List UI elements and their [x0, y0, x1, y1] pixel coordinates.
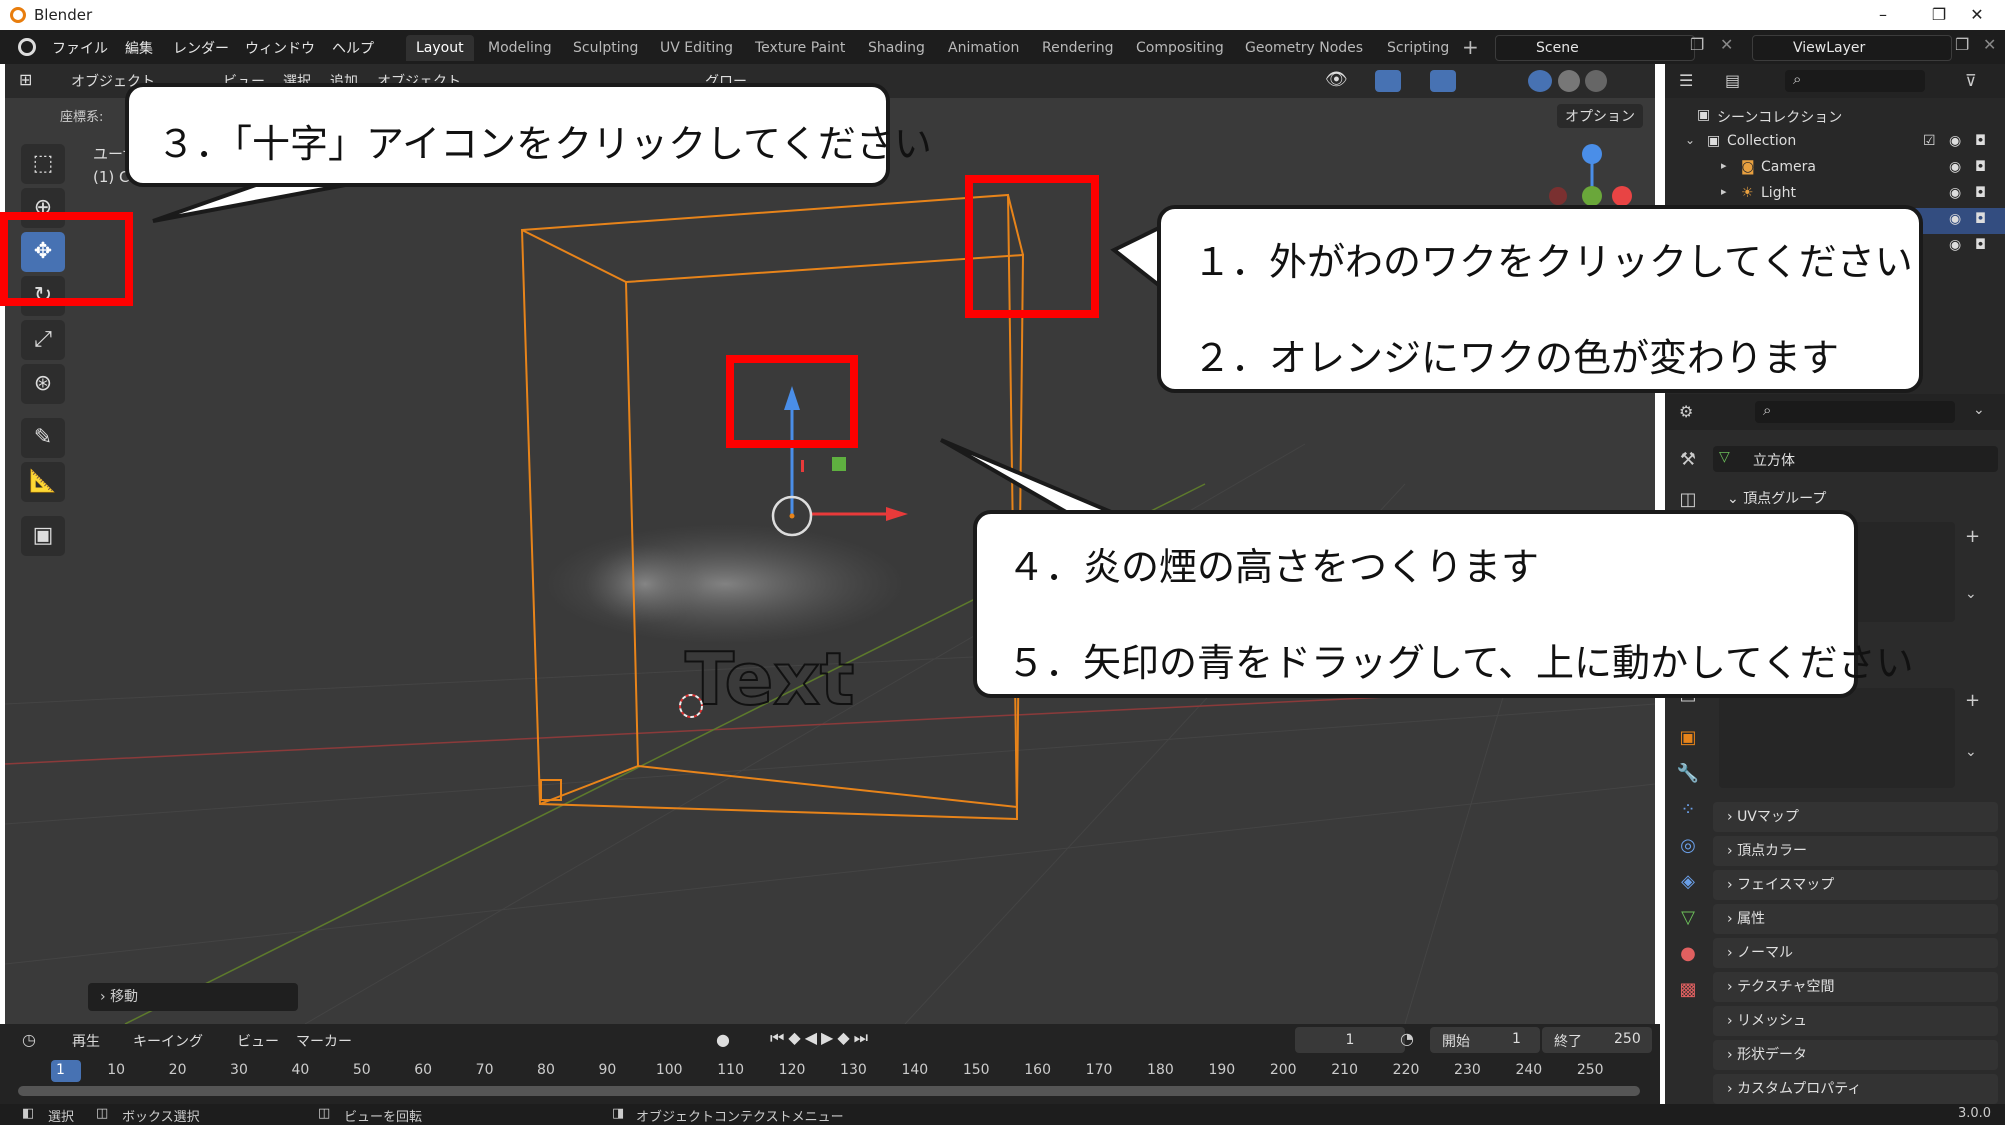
- callout-step-4-text: ４．炎の煙の高さをつくります: [1007, 545, 1540, 589]
- callout-step-5-text: ５．矢印の青をドラッグして、上に動かしてください: [1007, 641, 1914, 685]
- callout-steps-4-5: ４．炎の煙の高さをつくります ５．矢印の青をドラッグして、上に動かしてください: [973, 510, 1914, 698]
- callout-step-1-text: １．外がわのワクをクリックしてください: [1193, 240, 1913, 284]
- callout-steps-1-2: １．外がわのワクをクリックしてください ２．オレンジにワクの色が変わります: [1157, 205, 1923, 393]
- callout-step-3-text: ３．「十字」アイコンをクリックしてください: [157, 122, 932, 166]
- callout-step-3: ３．「十字」アイコンをクリックしてください: [125, 83, 932, 187]
- callout-step-2-text: ２．オレンジにワクの色が変わります: [1193, 336, 1840, 380]
- callout-4-tail: [940, 438, 1131, 522]
